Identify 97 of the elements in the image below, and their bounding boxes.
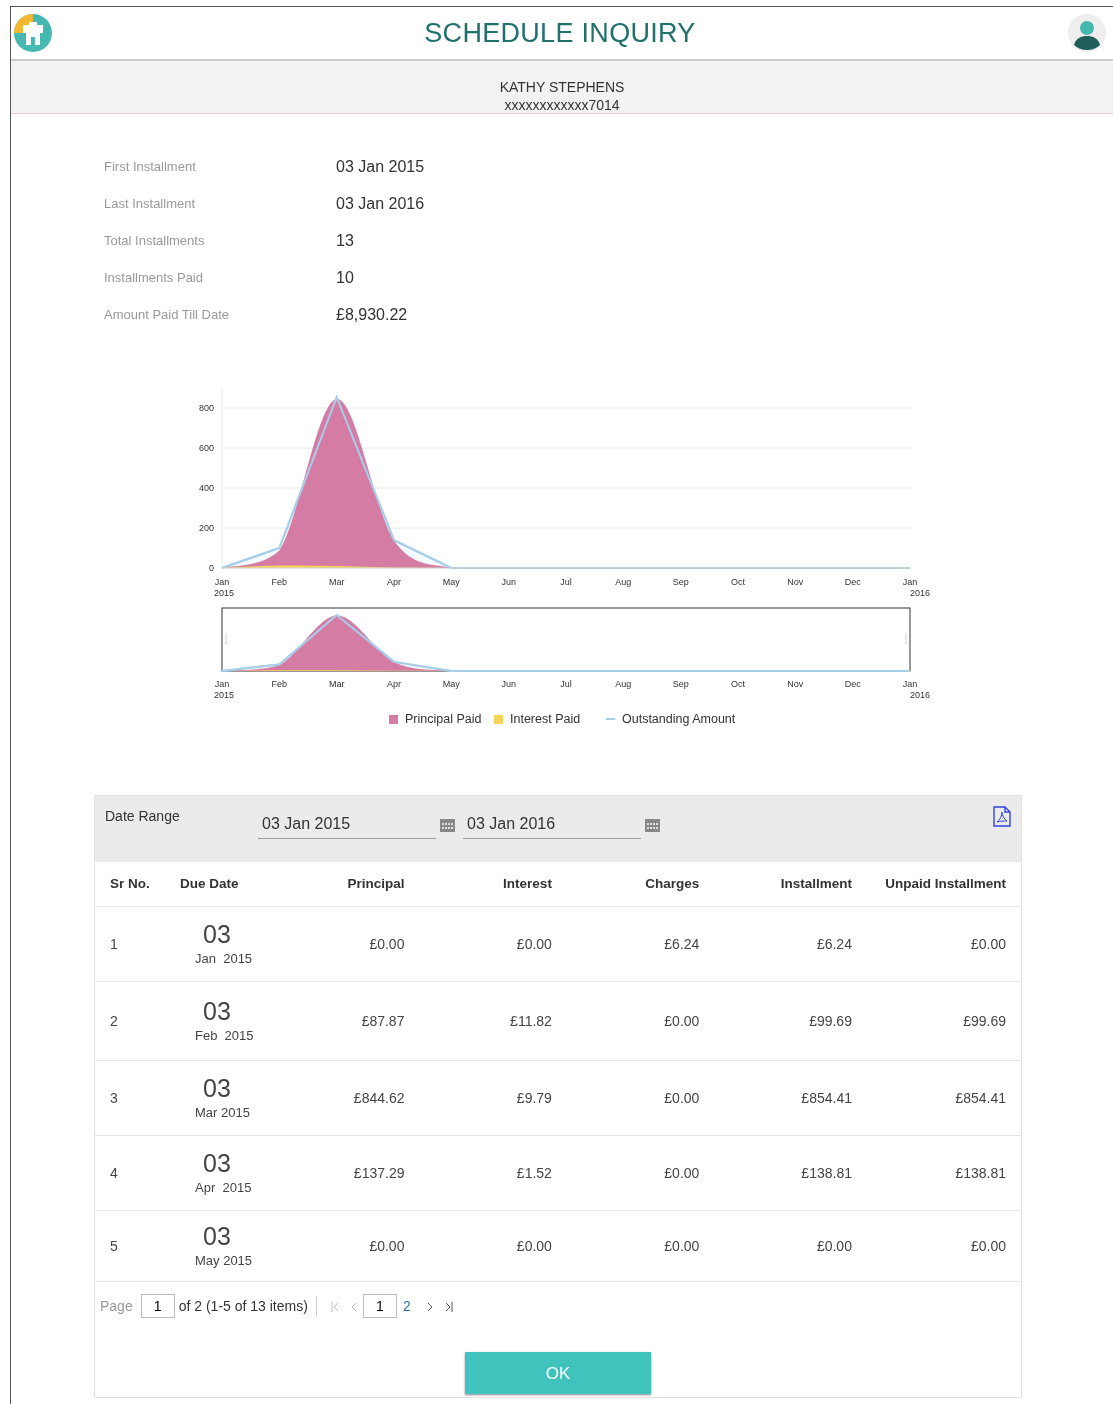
axis-label: Mar [328,679,345,689]
table-cell: £854.41 [714,1060,867,1136]
table-cell: 4 [95,1135,165,1211]
axis-label: 0 [209,563,214,573]
table-cell: £0.00 [419,1210,567,1282]
axis-label: Apr [387,577,401,587]
page-title: SCHEDULE INQUIRY [424,16,696,50]
field-label: Installments Paid [103,268,204,287]
page-label: Page [100,1296,133,1316]
legend-label: Interest Paid [510,712,581,726]
account-number: xxxxxxxxxxxx7014 [503,96,621,114]
column-header: Principal [274,862,420,907]
due-day: 03 [195,996,260,1025]
axis-label: Apr [387,679,401,689]
table-cell: 2 [95,981,165,1061]
axis-label: Dec [844,577,861,587]
axis-label: Sep [672,679,689,689]
table-cell: 5 [95,1210,165,1282]
field-value: £8,930.22 [336,304,408,325]
field-label: Total Installments [103,231,206,250]
column-header: Sr No. [95,862,165,907]
table-cell: £99.69 [714,981,867,1061]
table-cell: £0.00 [866,906,1021,982]
table-cell: £0.00 [566,1135,715,1211]
legend-label: Principal Paid [405,712,482,726]
field-value: 03 Jan 2016 [336,193,425,214]
axis-label: Jul [560,679,572,689]
axis-label: Jul [560,577,572,587]
column-header: Installment [714,862,867,907]
axis-label: Jan 2015 [214,679,234,700]
table-cell: £138.81 [866,1135,1021,1211]
field-label: First Installment [103,157,197,176]
due-day: 03 [195,919,260,948]
axis-label: Nov [787,577,804,587]
table-cell: £6.24 [566,906,715,982]
axis-label: Sep [672,577,689,587]
due-month: Jan 2015 [195,950,253,966]
field-value: 10 [336,267,354,288]
table-cell: £0.00 [566,981,715,1061]
table-cell: £0.00 [274,1210,420,1282]
field-value: 13 [336,230,354,251]
axis-label: Jan 2016 [902,577,930,598]
axis-label: Jun [501,577,516,587]
axis-label: Feb [271,679,288,689]
axis-label: Jan 2015 [214,577,234,598]
axis-label: 800 [198,403,214,413]
axis-label: Nov [787,679,804,689]
axis-label: 400 [198,483,214,493]
axis-label: Dec [844,679,861,689]
axis-label: Aug [615,577,632,587]
column-header: Charges [566,862,715,907]
table-cell: £99.69 [866,981,1021,1061]
axis-label: Aug [615,679,632,689]
table-cell: £9.79 [419,1060,567,1136]
axis-label: Jan 2016 [902,679,930,700]
axis-label: Mar [328,577,345,587]
due-month: Feb 2015 [195,1027,254,1043]
axis-label: 600 [198,443,214,453]
axis-label: Oct [731,679,745,689]
axis-label: 200 [198,523,214,533]
due-month: Apr 2015 [195,1179,252,1195]
table-cell: £137.29 [274,1135,420,1211]
column-header: Unpaid Installment [866,862,1021,907]
table-cell: £844.62 [274,1060,420,1136]
table-cell: 1 [95,906,165,982]
table-cell: £138.81 [714,1135,867,1211]
column-header: Interest [419,862,567,907]
table-cell: 3 [95,1060,165,1136]
table-cell: £0.00 [866,1210,1021,1282]
table-cell: £1.52 [419,1135,567,1211]
axis-label: Jun [501,679,516,689]
table-cell: £11.82 [419,981,567,1061]
due-day: 03 [195,1221,260,1250]
date-range-label: Date Range [105,807,181,826]
table-cell: £0.00 [274,906,420,982]
due-day: 03 [195,1073,260,1102]
field-label: Amount Paid Till Date [103,305,230,324]
customer-name: KATHY STEPHENS [498,78,626,96]
table-cell: £0.00 [566,1210,715,1282]
table-cell: £0.00 [714,1210,867,1282]
axis-label: May [442,679,460,689]
axis-label: Oct [731,577,745,587]
column-header: Due Date [165,862,275,907]
table-cell: £87.87 [274,981,420,1061]
table-cell: £0.00 [566,1060,715,1136]
pager-summary: of 2 (1-5 of 13 items) [178,1295,317,1317]
axis-label: Feb [271,577,288,587]
table-cell: £0.00 [419,906,567,982]
axis-label: May [442,577,460,587]
field-label: Last Installment [103,194,197,213]
due-day: 03 [195,1148,260,1177]
legend-label: Outstanding Amount [622,712,736,726]
table-cell: £854.41 [866,1060,1021,1136]
due-month: May 2015 [195,1252,253,1268]
due-month: Mar 2015 [195,1104,250,1120]
table-cell: £6.24 [714,906,867,982]
field-value: 03 Jan 2015 [336,156,425,177]
